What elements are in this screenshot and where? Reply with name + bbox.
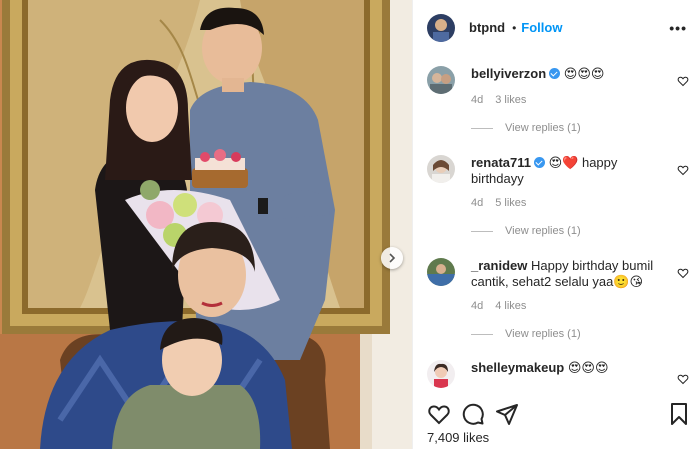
bookmark-icon[interactable] [667,402,691,426]
comment-time[interactable]: 4d [471,94,483,106]
comment-time[interactable]: 4d [471,300,483,312]
comment-like-heart-icon[interactable] [677,373,689,385]
view-replies[interactable]: View replies (1) [471,328,581,340]
comment-meta: 4d 3 likes [471,94,538,106]
post-action-bar [413,398,700,428]
carousel-next-button[interactable] [381,247,403,269]
comments-list[interactable]: bellyiverzon 😍😍😍 4d 3 likes View replies … [413,55,700,392]
post-header: btpnd • Follow ••• [413,0,700,55]
follow-button[interactable]: Follow [521,20,562,35]
comment-time[interactable]: 4d [471,197,483,209]
comment-likes[interactable]: 5 likes [495,197,526,209]
comment-text: 😍😍😍 [563,66,605,81]
comment-body: _ranidew Happy birthday bumil cantik, se… [471,258,671,290]
likes-count[interactable]: 7,409 likes [427,430,489,445]
commenter-avatar[interactable] [427,66,455,94]
avatar-image [427,13,455,42]
comment-body: bellyiverzon 😍😍😍 [471,66,671,82]
comment-text: 😍😍😍 [567,360,609,375]
commenter-avatar[interactable] [427,258,455,286]
comment-username[interactable]: shelleymakeup [471,360,564,375]
view-replies-label[interactable]: View replies (1) [505,225,581,237]
share-icon[interactable] [495,402,519,426]
post-photo[interactable] [0,0,412,449]
comment-body: shelleymakeup 😍😍😍 [471,360,671,376]
comment-body: renata711 😍❤️ happy birthdayy [471,155,671,187]
commenter-avatar[interactable] [427,360,455,388]
comment-like-heart-icon[interactable] [677,75,689,87]
verified-badge-icon [549,68,561,79]
more-options-icon[interactable]: ••• [669,20,687,36]
likes-label: likes [463,430,490,445]
commenter-avatar[interactable] [427,155,455,183]
view-replies-label[interactable]: View replies (1) [505,122,581,134]
comment-likes[interactable]: 3 likes [495,94,526,106]
avatar-image [427,66,455,94]
chevron-right-icon [389,253,396,263]
comment-meta: 4d 5 likes [471,197,538,209]
view-replies-label[interactable]: View replies (1) [505,328,581,340]
comment-username[interactable]: bellyiverzon [471,66,546,81]
comment-meta: 4d 4 likes [471,300,538,312]
heart-icon[interactable] [427,402,451,426]
comment-username[interactable]: _ranidew [471,258,527,273]
family-photo-illustration [0,0,412,449]
view-replies[interactable]: View replies (1) [471,225,581,237]
replies-divider [471,333,493,335]
view-replies[interactable]: View replies (1) [471,122,581,134]
comment-like-heart-icon[interactable] [677,164,689,176]
comment-username[interactable]: renata711 [471,155,531,170]
poster-avatar[interactable] [427,13,455,42]
verified-badge-icon [534,157,545,168]
avatar-image [427,360,455,388]
comment-likes[interactable]: 4 likes [495,300,526,312]
avatar-image [427,155,455,183]
likes-number: 7,409 [427,430,460,445]
replies-divider [471,230,493,232]
avatar-image [427,258,455,286]
comment-like-heart-icon[interactable] [677,267,689,279]
poster-username[interactable]: btpnd [469,20,505,35]
replies-divider [471,127,493,129]
post-side-panel: btpnd • Follow ••• bellyiverzon 😍😍😍 4d 3 … [412,0,700,449]
header-separator: • [512,20,517,35]
comment-icon[interactable] [461,402,485,426]
